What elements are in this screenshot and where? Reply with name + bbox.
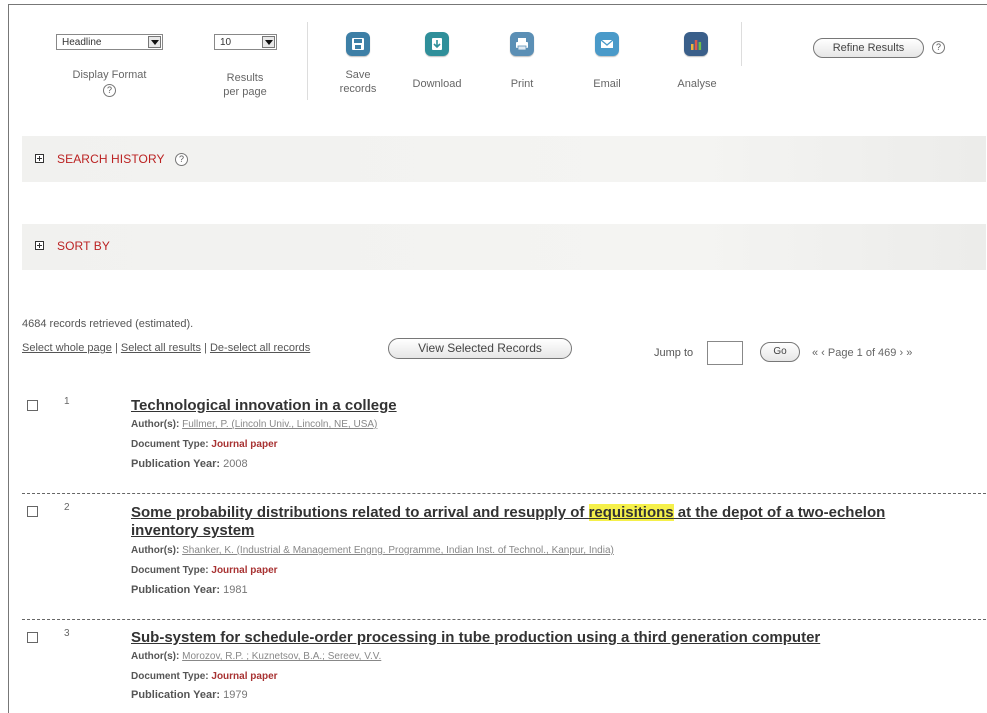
record-title-link[interactable]: Sub-system for schedule-order processing…: [131, 629, 820, 646]
toolbar-divider: [307, 22, 308, 100]
search-term-highlight: requisitions: [588, 504, 674, 521]
doctype-value: Journal paper: [211, 565, 278, 576]
author-link[interactable]: Shanker, K. (Industrial & Management Eng…: [182, 545, 614, 556]
select-all-results-link[interactable]: Select all results: [121, 342, 201, 354]
refine-results-button[interactable]: Refine Results: [813, 38, 924, 58]
chevron-down-icon[interactable]: [262, 36, 275, 48]
results-per-page-label-line1: Results: [226, 72, 264, 84]
display-format-select[interactable]: Headline: [56, 34, 163, 50]
selection-links: Select whole page | Select all results |…: [22, 342, 310, 354]
search-history-title[interactable]: SEARCH HISTORY: [57, 152, 165, 166]
doctype-value: Journal paper: [211, 671, 278, 682]
year-label: Publication Year:: [131, 458, 221, 470]
record-publication-year: Publication Year: 2008: [131, 458, 248, 470]
year-label: Publication Year:: [131, 584, 221, 596]
display-format-help-icon[interactable]: ?: [103, 84, 116, 97]
save-records-button[interactable]: Save records: [326, 68, 390, 96]
record-checkbox[interactable]: [27, 506, 38, 517]
author-link[interactable]: Fullmer, P. (Lincoln Univ., Lincoln, NE,…: [182, 419, 377, 430]
record-number: 1: [64, 396, 70, 407]
jump-to-label: Jump to: [654, 347, 694, 359]
authors-label: Author(s):: [131, 651, 180, 662]
record-document-type: Document Type: Journal paper: [131, 565, 278, 576]
results-per-page-select[interactable]: 10: [214, 34, 277, 50]
authors-label: Author(s):: [131, 545, 180, 556]
year-value: 1979: [223, 689, 248, 701]
year-value: 2008: [223, 458, 248, 470]
print-button[interactable]: Print: [502, 77, 542, 91]
link-separator: |: [204, 342, 207, 354]
results-per-page-label-line2: per page: [223, 86, 267, 98]
record-title-link-line2[interactable]: inventory system: [131, 522, 254, 539]
record-divider: [22, 493, 986, 494]
search-history-help-icon[interactable]: ?: [175, 153, 188, 166]
sort-by-title[interactable]: SORT BY: [57, 239, 110, 253]
record-publication-year: Publication Year: 1979: [131, 689, 248, 701]
display-format-label: Display Format: [72, 69, 147, 81]
expand-sort-by-icon[interactable]: [35, 241, 44, 250]
doctype-label: Document Type:: [131, 565, 209, 576]
pagination: « ‹ Page 1 of 469 › »: [812, 347, 912, 359]
record-title-link[interactable]: Technological innovation in a college: [131, 397, 397, 414]
search-history-panel: [22, 136, 986, 182]
record-checkbox[interactable]: [27, 632, 38, 643]
display-format-value: Headline: [62, 37, 102, 48]
download-icon[interactable]: [425, 32, 449, 56]
results-per-page-value: 10: [220, 37, 232, 48]
view-selected-records-button[interactable]: View Selected Records: [388, 338, 572, 359]
email-icon[interactable]: [595, 32, 619, 56]
record-number: 3: [64, 628, 70, 639]
authors-label: Author(s):: [131, 419, 180, 430]
record-document-type: Document Type: Journal paper: [131, 671, 278, 682]
record-authors: Author(s): Morozov, R.P. ; Kuznetsov, B.…: [131, 651, 381, 662]
record-title-link[interactable]: Some probability distributions related t…: [131, 504, 885, 521]
next-last-page-links[interactable]: › »: [899, 347, 912, 359]
results-per-page-label: Results per page: [205, 71, 285, 99]
page-indicator: Page 1 of 469: [827, 347, 897, 359]
print-icon[interactable]: [510, 32, 534, 56]
chevron-down-icon[interactable]: [148, 36, 161, 48]
save-icon[interactable]: [346, 32, 370, 56]
year-value: 1981: [223, 584, 248, 596]
deselect-all-link[interactable]: De-select all records: [210, 342, 310, 354]
doctype-value: Journal paper: [211, 439, 278, 450]
doctype-label: Document Type:: [131, 671, 209, 682]
analyse-button[interactable]: Analyse: [670, 77, 724, 91]
record-authors: Author(s): Fullmer, P. (Lincoln Univ., L…: [131, 419, 377, 430]
record-checkbox[interactable]: [27, 400, 38, 411]
go-button[interactable]: Go: [760, 342, 800, 362]
refine-results-help-icon[interactable]: ?: [932, 41, 945, 54]
save-label-line1: Save: [345, 69, 371, 81]
analyse-icon[interactable]: [684, 32, 708, 56]
record-authors: Author(s): Shanker, K. (Industrial & Man…: [131, 545, 614, 556]
expand-search-history-icon[interactable]: [35, 154, 44, 163]
link-separator: |: [114, 342, 118, 354]
record-title-part: Some probability distributions related t…: [131, 504, 589, 521]
doctype-label: Document Type:: [131, 439, 209, 450]
year-label: Publication Year:: [131, 689, 221, 701]
first-prev-page-links[interactable]: « ‹: [812, 347, 825, 359]
record-title-part: at the depot of a two-echelon: [673, 504, 886, 521]
record-document-type: Document Type: Journal paper: [131, 439, 278, 450]
select-whole-page-link[interactable]: Select whole page: [22, 342, 112, 354]
download-button[interactable]: Download: [404, 77, 470, 91]
record-divider: [22, 619, 986, 620]
sort-by-panel: [22, 224, 986, 270]
author-link[interactable]: Morozov, R.P. ; Kuznetsov, B.A.; Sereev,…: [182, 651, 381, 662]
jump-to-input[interactable]: [707, 341, 743, 365]
record-publication-year: Publication Year: 1981: [131, 584, 248, 596]
record-number: 2: [64, 502, 70, 513]
toolbar-divider: [741, 22, 742, 66]
records-count: 4684 records retrieved (estimated).: [22, 318, 194, 330]
save-label-line2: records: [339, 83, 377, 95]
email-button[interactable]: Email: [587, 77, 627, 91]
